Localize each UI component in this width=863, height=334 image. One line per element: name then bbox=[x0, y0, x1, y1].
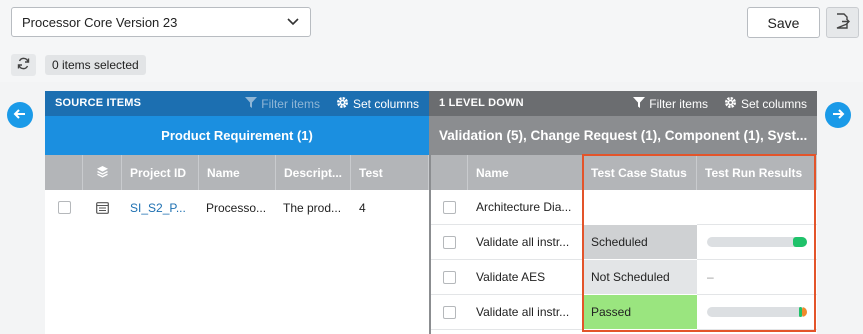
test-run-progress-segment bbox=[802, 307, 807, 317]
target-row-name: Validate all instr... bbox=[468, 225, 583, 260]
test-run-progress-segment bbox=[793, 237, 807, 247]
test-case-status-cell: Not Scheduled bbox=[583, 260, 697, 295]
table-row-checkbox[interactable] bbox=[431, 225, 468, 260]
column-description[interactable]: Descript... bbox=[276, 155, 351, 190]
test-run-results-cell bbox=[697, 225, 817, 260]
source-filter-label: Filter items bbox=[261, 97, 320, 111]
document-icon bbox=[83, 190, 122, 225]
target-header-title: 1 LEVEL DOWN bbox=[439, 97, 524, 109]
arrow-left-icon bbox=[13, 107, 27, 124]
source-select-column bbox=[45, 155, 83, 190]
test-case-status-cell: Passed bbox=[583, 295, 697, 330]
test-case-status-cell: Scheduled bbox=[583, 225, 697, 260]
test-run-empty-indicator: – bbox=[707, 270, 714, 284]
test-run-progress-segment bbox=[799, 307, 802, 317]
source-test: 4 bbox=[359, 200, 366, 215]
target-type-title: Validation (5), Change Request (1), Comp… bbox=[429, 116, 817, 155]
target-row-name: Validate all instr... bbox=[468, 295, 583, 330]
table-row-checkbox[interactable] bbox=[431, 295, 468, 330]
target-header: 1 LEVEL DOWN Filter items Set columns bbox=[429, 91, 817, 116]
column-test[interactable]: Test bbox=[351, 155, 429, 190]
refresh-icon bbox=[17, 57, 30, 73]
filter-icon bbox=[633, 97, 646, 111]
filter-icon bbox=[245, 97, 258, 111]
traceability-grid: SOURCE ITEMS Filter items Set columns 1 … bbox=[45, 91, 817, 334]
gear-icon bbox=[724, 96, 737, 112]
source-header-title: SOURCE ITEMS bbox=[55, 97, 142, 109]
target-set-columns-label: Set columns bbox=[740, 97, 807, 111]
source-set-columns-label: Set columns bbox=[352, 97, 419, 111]
table-row-checkbox[interactable] bbox=[431, 260, 468, 295]
row-checkbox[interactable] bbox=[57, 201, 71, 214]
test-case-status-cell bbox=[583, 190, 697, 225]
source-name: Processo... bbox=[206, 200, 267, 215]
stack-icon bbox=[96, 165, 109, 181]
target-filter-label: Filter items bbox=[649, 97, 708, 111]
target-select-column bbox=[431, 155, 468, 190]
source-header: SOURCE ITEMS Filter items Set columns bbox=[45, 91, 429, 116]
test-run-results-cell bbox=[697, 295, 817, 330]
source-type-title: Product Requirement (1) bbox=[45, 116, 429, 155]
project-select-value: Processor Core Version 23 bbox=[22, 14, 178, 30]
save-button[interactable]: Save bbox=[747, 7, 820, 38]
navigate-down-button[interactable] bbox=[825, 102, 851, 128]
source-description: The prod... bbox=[283, 200, 342, 215]
column-name[interactable]: Name bbox=[199, 155, 276, 190]
target-row-name: Architecture Dia... bbox=[468, 190, 583, 225]
project-select[interactable]: Processor Core Version 23 bbox=[11, 7, 311, 37]
test-run-progress-bar bbox=[707, 237, 807, 247]
selection-badge: 0 items selected bbox=[45, 55, 146, 75]
source-filter-button[interactable]: Filter items bbox=[245, 97, 320, 111]
row-checkbox[interactable] bbox=[443, 235, 456, 249]
test-run-progress-bar bbox=[707, 307, 807, 317]
source-set-columns-button[interactable]: Set columns bbox=[336, 96, 419, 112]
gear-icon bbox=[336, 96, 349, 112]
test-run-results-cell: – bbox=[697, 260, 817, 295]
refresh-button[interactable] bbox=[11, 54, 36, 76]
row-checkbox[interactable] bbox=[443, 305, 456, 319]
export-icon bbox=[836, 13, 850, 32]
table-row-checkbox[interactable] bbox=[431, 190, 468, 225]
target-row-name: Validate AES bbox=[468, 260, 583, 295]
chevron-down-icon bbox=[286, 15, 300, 29]
column-project-id[interactable]: Project ID bbox=[122, 155, 199, 190]
column-test-run-results[interactable]: Test Run Results bbox=[697, 155, 817, 190]
target-filter-button[interactable]: Filter items bbox=[633, 97, 708, 111]
target-set-columns-button[interactable]: Set columns bbox=[724, 96, 807, 112]
test-run-results-cell bbox=[697, 190, 817, 225]
row-checkbox[interactable] bbox=[443, 270, 456, 284]
row-checkbox[interactable] bbox=[443, 200, 456, 214]
source-type-column bbox=[83, 155, 122, 190]
column-target-name[interactable]: Name bbox=[468, 155, 583, 190]
source-project-id[interactable]: SI_S2_P... bbox=[130, 190, 197, 225]
navigate-up-button[interactable] bbox=[7, 102, 33, 128]
export-button[interactable] bbox=[826, 7, 859, 38]
arrow-right-icon bbox=[831, 107, 845, 124]
table-row-checkbox[interactable] bbox=[45, 190, 83, 225]
column-test-case-status[interactable]: Test Case Status bbox=[583, 155, 697, 190]
